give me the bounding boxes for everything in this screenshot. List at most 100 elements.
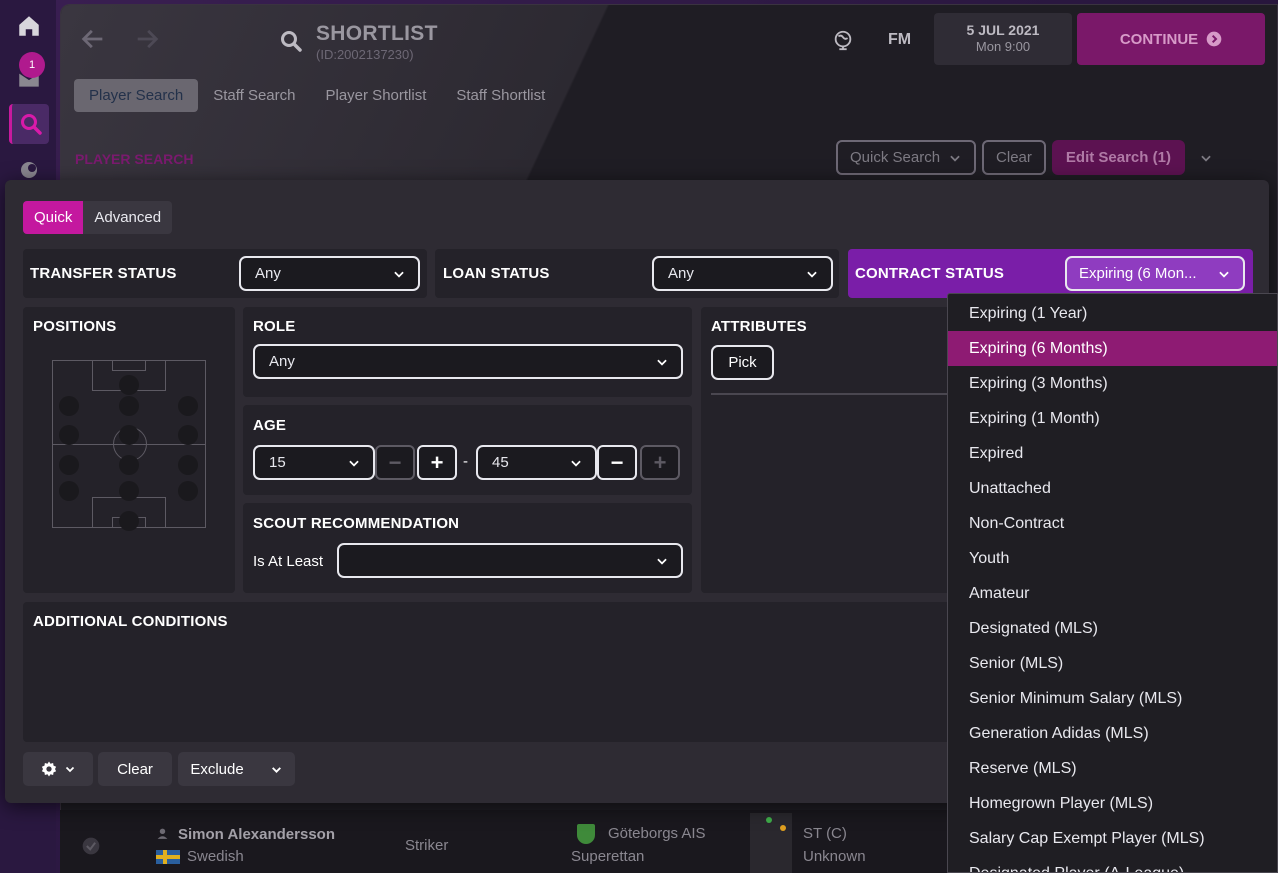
header-clear-button[interactable]: Clear (982, 140, 1046, 175)
position-slot[interactable] (119, 511, 139, 531)
continue-button[interactable]: CONTINUE (1077, 13, 1265, 65)
player-name[interactable]: Simon Alexandersson (178, 826, 335, 843)
exclude-label: Exclude (190, 760, 244, 778)
menu-item-contract-option[interactable]: Salary Cap Exempt Player (MLS) (948, 821, 1277, 856)
tab-player-search[interactable]: Player Search (74, 79, 199, 112)
role-label: ROLE (253, 318, 296, 335)
age-label: AGE (253, 417, 287, 434)
club-name[interactable]: Göteborgs AIS (608, 825, 706, 842)
position-slot[interactable] (59, 481, 79, 501)
menu-item-contract-option[interactable]: Non-Contract (948, 506, 1277, 541)
tab-staff-search[interactable]: Staff Search (198, 79, 310, 112)
mode-quick-button[interactable]: Quick (23, 201, 84, 234)
tab-staff-shortlist[interactable]: Staff Shortlist (441, 79, 560, 112)
menu-item-contract-option[interactable]: Senior (MLS) (948, 646, 1277, 681)
position-slot[interactable] (119, 375, 139, 395)
transfer-status-dropdown[interactable]: Any (239, 256, 420, 291)
position-slot[interactable] (178, 481, 198, 501)
pitch-diagram[interactable] (52, 360, 206, 531)
page-title: SHORTLIST (316, 22, 438, 45)
attributes-pick-button[interactable]: Pick (711, 345, 774, 380)
exclude-button[interactable]: Exclude (178, 752, 295, 786)
continue-label: CONTINUE (1119, 30, 1199, 48)
menu-item-contract-option[interactable]: Designated (MLS) (948, 611, 1277, 646)
loan-status-value: Any (668, 265, 694, 282)
forward-button[interactable] (133, 25, 163, 55)
position-slot[interactable] (59, 425, 79, 445)
edit-search-button[interactable]: Edit Search (1) (1051, 140, 1185, 175)
age-min-decrement[interactable]: − (375, 445, 415, 480)
table-row[interactable]: Simon Alexandersson Swedish Striker Göte… (60, 810, 960, 873)
menu-item-contract-option[interactable]: Expiring (1 Month) (948, 401, 1277, 436)
panel-clear-button[interactable]: Clear (98, 752, 172, 786)
age-max-dropdown[interactable]: 45 (476, 445, 597, 480)
scouting-icon (21, 162, 37, 178)
chevron-down-icon[interactable] (1199, 151, 1213, 165)
menu-item-contract-option[interactable]: Unattached (948, 471, 1277, 506)
menu-item-contract-option[interactable]: Expiring (3 Months) (948, 366, 1277, 401)
formation-icon (750, 813, 792, 873)
date-display[interactable]: 5 JUL 2021 Mon 9:00 (934, 13, 1072, 65)
menu-item-contract-option[interactable]: Expiring (6 Months) (948, 331, 1277, 366)
check-circle-icon[interactable] (81, 836, 101, 856)
globe-button[interactable] (832, 29, 854, 56)
back-button[interactable] (79, 25, 109, 55)
settings-menu-button[interactable] (23, 752, 93, 786)
age-min-dropdown[interactable]: 15 (253, 445, 375, 480)
transfer-status-card: TRANSFER STATUS Any (23, 249, 427, 298)
position-slot[interactable] (119, 455, 139, 475)
chevron-down-icon (349, 460, 359, 467)
position-slot[interactable] (178, 425, 198, 445)
chevron-down-icon (571, 460, 581, 467)
role-value: Any (269, 353, 295, 370)
menu-item-contract-option[interactable]: Amateur (948, 576, 1277, 611)
age-max-value: 45 (492, 454, 509, 471)
age-min-value: 15 (269, 454, 286, 471)
search-nav-button[interactable] (9, 104, 49, 144)
age-min-increment[interactable]: + (417, 445, 457, 480)
age-card: AGE 15 − + - 45 − + (243, 405, 692, 495)
menu-item-contract-option[interactable]: Expired (948, 436, 1277, 471)
age-max-decrement[interactable]: − (597, 445, 637, 480)
mode-advanced-button[interactable]: Advanced (83, 201, 172, 234)
position-slot[interactable] (119, 425, 139, 445)
position-slot[interactable] (178, 396, 198, 416)
menu-item-contract-option[interactable]: Homegrown Player (MLS) (948, 786, 1277, 821)
tab-player-shortlist[interactable]: Player Shortlist (311, 79, 442, 112)
menu-item-contract-option[interactable]: Expiring (1 Year) (948, 296, 1277, 331)
menu-item-contract-option[interactable]: Designated Player (A-League) (948, 856, 1277, 873)
role-card: ROLE Any (243, 307, 692, 397)
inbox-button[interactable]: 1 (9, 52, 49, 98)
inbox-badge: 1 (19, 52, 45, 78)
attributes-label: ATTRIBUTES (711, 318, 807, 335)
position-slot[interactable] (119, 481, 139, 501)
scout-recommendation-dropdown[interactable] (337, 543, 683, 578)
position-slot[interactable] (178, 455, 198, 475)
arrow-right-icon (137, 29, 159, 49)
chevron-down-icon (271, 766, 281, 773)
home-button[interactable] (9, 6, 49, 46)
home-icon (19, 16, 39, 36)
contract-status-label: CONTRACT STATUS (855, 265, 1005, 282)
position-slot[interactable] (59, 396, 79, 416)
loan-status-dropdown[interactable]: Any (652, 256, 833, 291)
fm-menu-button[interactable]: FM (888, 31, 911, 49)
position-slot[interactable] (59, 455, 79, 475)
age-max-increment[interactable]: + (640, 445, 680, 480)
menu-item-contract-option[interactable]: Reserve (MLS) (948, 751, 1277, 786)
positions-label: POSITIONS (33, 318, 117, 335)
player-status: Unknown (803, 848, 866, 865)
transfer-status-label: TRANSFER STATUS (30, 265, 177, 282)
quick-search-dropdown[interactable]: Quick Search (836, 140, 977, 175)
search-icon (20, 114, 42, 135)
menu-item-contract-option[interactable]: Generation Adidas (MLS) (948, 716, 1277, 751)
position-slot[interactable] (119, 396, 139, 416)
menu-item-contract-option[interactable]: Youth (948, 541, 1277, 576)
page-subtitle: (ID:2002137230) (316, 47, 414, 62)
section-label: PLAYER SEARCH (75, 151, 194, 167)
contract-status-dropdown[interactable]: Expiring (6 Mon... (1065, 256, 1245, 291)
league-name: Superettan (571, 848, 645, 865)
role-dropdown[interactable]: Any (253, 344, 683, 379)
scout-prefix: Is At Least (253, 553, 324, 570)
menu-item-contract-option[interactable]: Senior Minimum Salary (MLS) (948, 681, 1277, 716)
